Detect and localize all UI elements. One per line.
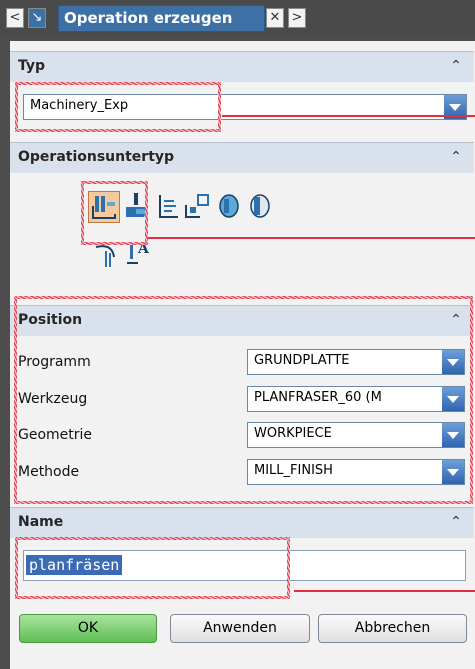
close-icon[interactable]: ✕ [266, 8, 284, 28]
pin-icon[interactable]: ↘ [28, 8, 46, 28]
window-title: Operation erzeugen [58, 5, 265, 32]
typ-dropdown-value: Machinery_Exp [30, 98, 129, 113]
programm-label: Programm [18, 354, 91, 370]
svg-text:A: A [137, 241, 150, 257]
planar-text-icon[interactable]: A [124, 237, 154, 267]
callout-line-subtype [148, 237, 475, 239]
chevron-down-icon[interactable] [442, 350, 464, 374]
section-label-name: Name [18, 514, 64, 530]
operation-dialog: Typ ⌃ Machinery_Exp Operationsuntertyp ⌃ [10, 41, 475, 669]
section-header-name[interactable]: Name ⌃ [10, 507, 474, 539]
section-label-typ: Typ [18, 58, 46, 74]
section-label-position: Position [18, 312, 83, 328]
methode-value: MILL_FINISH [254, 463, 333, 478]
ok-button[interactable]: OK [19, 614, 157, 643]
finish-walls-icon[interactable] [92, 239, 122, 269]
chevron-up-icon[interactable]: ⌃ [442, 55, 470, 77]
section-header-typ[interactable]: Typ ⌃ [10, 51, 474, 83]
chevron-up-icon[interactable]: ⌃ [442, 309, 470, 331]
section-label-subtype: Operationsuntertyp [18, 149, 175, 165]
chevron-down-icon[interactable] [442, 423, 464, 447]
section-body-typ: Machinery_Exp [10, 82, 474, 135]
werkzeug-dropdown[interactable]: PLANFRÄSER_60 (M [247, 386, 465, 412]
title-bar: < ↘ Operation erzeugen ✕ > [0, 0, 475, 34]
face-milling-icon[interactable] [122, 191, 152, 221]
geometrie-value: WORKPIECE [254, 426, 332, 441]
section-body-position: Programm GRUNDPLATTE Werkzeug PLANFRÄSER… [10, 336, 474, 498]
callout-line-name [294, 590, 475, 592]
geometrie-dropdown[interactable]: WORKPIECE [247, 422, 465, 448]
apply-button[interactable]: Anwenden [170, 614, 310, 643]
methode-label: Methode [18, 464, 80, 480]
face-milling-area-icon[interactable] [88, 191, 120, 223]
chevron-down-icon[interactable] [442, 460, 464, 484]
programm-value: GRUNDPLATTE [254, 353, 350, 368]
werkzeug-label: Werkzeug [18, 391, 88, 407]
cancel-button[interactable]: Abbrechen [318, 614, 467, 643]
chevron-down-icon[interactable] [442, 387, 464, 411]
methode-dropdown[interactable]: MILL_FINISH [247, 459, 465, 485]
section-body-subtype: A [10, 173, 474, 293]
callout-line-typ [222, 115, 475, 117]
section-header-subtype[interactable]: Operationsuntertyp ⌃ [10, 142, 474, 174]
werkzeug-value: PLANFRÄSER_60 (M [254, 390, 382, 405]
section-header-position[interactable]: Position ⌃ [10, 305, 474, 337]
name-input-value: planfräsen [26, 555, 123, 575]
chevron-up-icon[interactable]: ⌃ [442, 511, 470, 533]
back-arrow-icon[interactable]: < [6, 8, 24, 28]
name-input[interactable]: planfräsen [23, 550, 466, 581]
chevron-up-icon[interactable]: ⌃ [442, 146, 470, 168]
planar-mill-icon[interactable] [182, 191, 212, 221]
programm-dropdown[interactable]: GRUNDPLATTE [247, 349, 465, 375]
forward-arrow-icon[interactable]: > [288, 8, 306, 28]
cleanup-corners-icon[interactable] [244, 191, 274, 221]
face-milling-manual-icon[interactable] [152, 191, 182, 221]
planar-profile-icon[interactable] [214, 191, 244, 221]
geometrie-label: Geometrie [18, 427, 93, 443]
